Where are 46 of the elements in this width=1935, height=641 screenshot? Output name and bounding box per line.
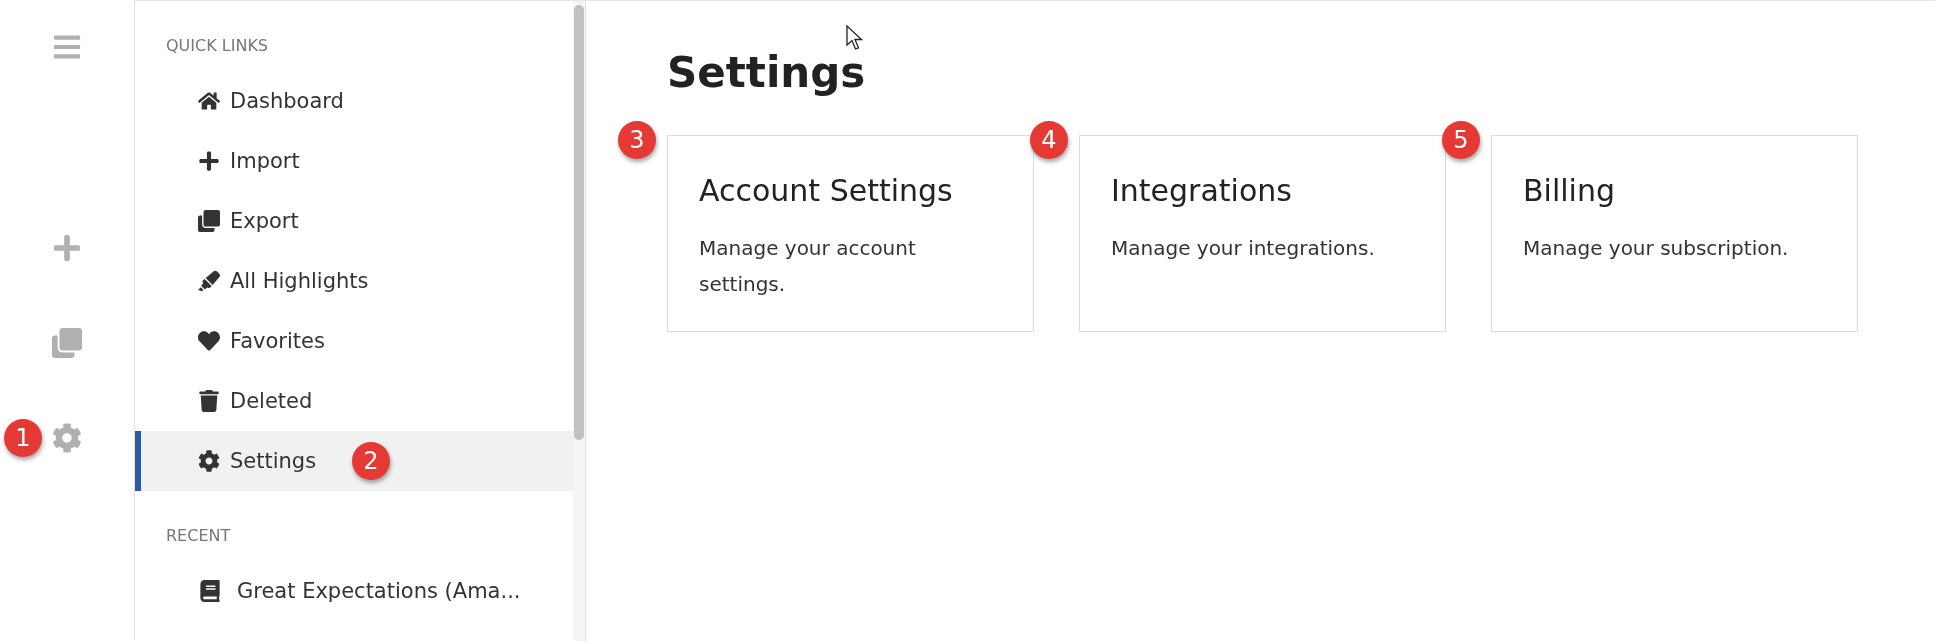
sidebar-item[interactable]: Great Expectations (Ama... — [135, 561, 573, 621]
scrollbar[interactable] — [573, 1, 585, 641]
sidebar-item-label: Export — [230, 209, 299, 233]
copy-button[interactable] — [52, 328, 82, 358]
card-title: Integrations — [1111, 173, 1293, 208]
sidebar-item-label: Dashboard — [230, 89, 344, 113]
sidebar-item[interactable]: Favorites — [135, 311, 573, 371]
plus-button[interactable] — [52, 233, 82, 263]
heart-icon — [198, 330, 220, 352]
sidebar-item-label: Great Expectations (Ama... — [237, 579, 521, 603]
card-title: Account Settings — [699, 173, 954, 208]
mouse-cursor-icon — [846, 25, 864, 51]
section-heading: RECENT — [165, 525, 232, 547]
copy-icon — [52, 328, 82, 358]
page-title: Settings — [667, 48, 867, 97]
sidebar-item[interactable]: All Highlights — [135, 251, 573, 311]
annotation-badge: 3 — [618, 121, 656, 159]
book-icon — [199, 580, 221, 602]
annotation-badge: 5 — [1442, 121, 1480, 159]
sidebar-item-label: Deleted — [230, 389, 313, 413]
sidebar-item-label: All Highlights — [230, 269, 369, 293]
sidebar-item[interactable]: Deleted — [135, 371, 573, 431]
card-description: Manage your integrations. — [1111, 235, 1376, 262]
annotation-badge: 2 — [352, 442, 390, 480]
sidebar-item-label: Import — [230, 149, 300, 173]
settings-icon — [198, 450, 220, 472]
section-heading: QUICK LINKS — [165, 35, 270, 57]
card-description: Manage your account settings. — [699, 235, 917, 298]
sidebar-item[interactable]: Import — [135, 131, 573, 191]
annotation-badge: 4 — [1030, 121, 1068, 159]
card-title: Billing — [1523, 173, 1616, 208]
sidebar-item[interactable]: Settings 2 — [135, 431, 573, 491]
house-icon — [198, 90, 220, 112]
settings-button[interactable] — [52, 423, 82, 453]
card-description: Manage your subscription. — [1523, 235, 1790, 262]
annotation-badge: 1 — [4, 419, 42, 457]
copy-icon — [198, 210, 220, 232]
trash-icon — [198, 390, 220, 412]
sidebar-item[interactable]: Export — [135, 191, 573, 251]
highlighter-icon — [198, 270, 220, 292]
sidebar-item-label: Favorites — [230, 329, 325, 353]
sidebar-item[interactable]: Dashboard — [135, 71, 573, 131]
sidebar-item-label: Settings — [230, 449, 317, 473]
settings-icon — [52, 423, 82, 453]
plus-icon — [198, 150, 220, 172]
plus-icon — [52, 233, 82, 263]
